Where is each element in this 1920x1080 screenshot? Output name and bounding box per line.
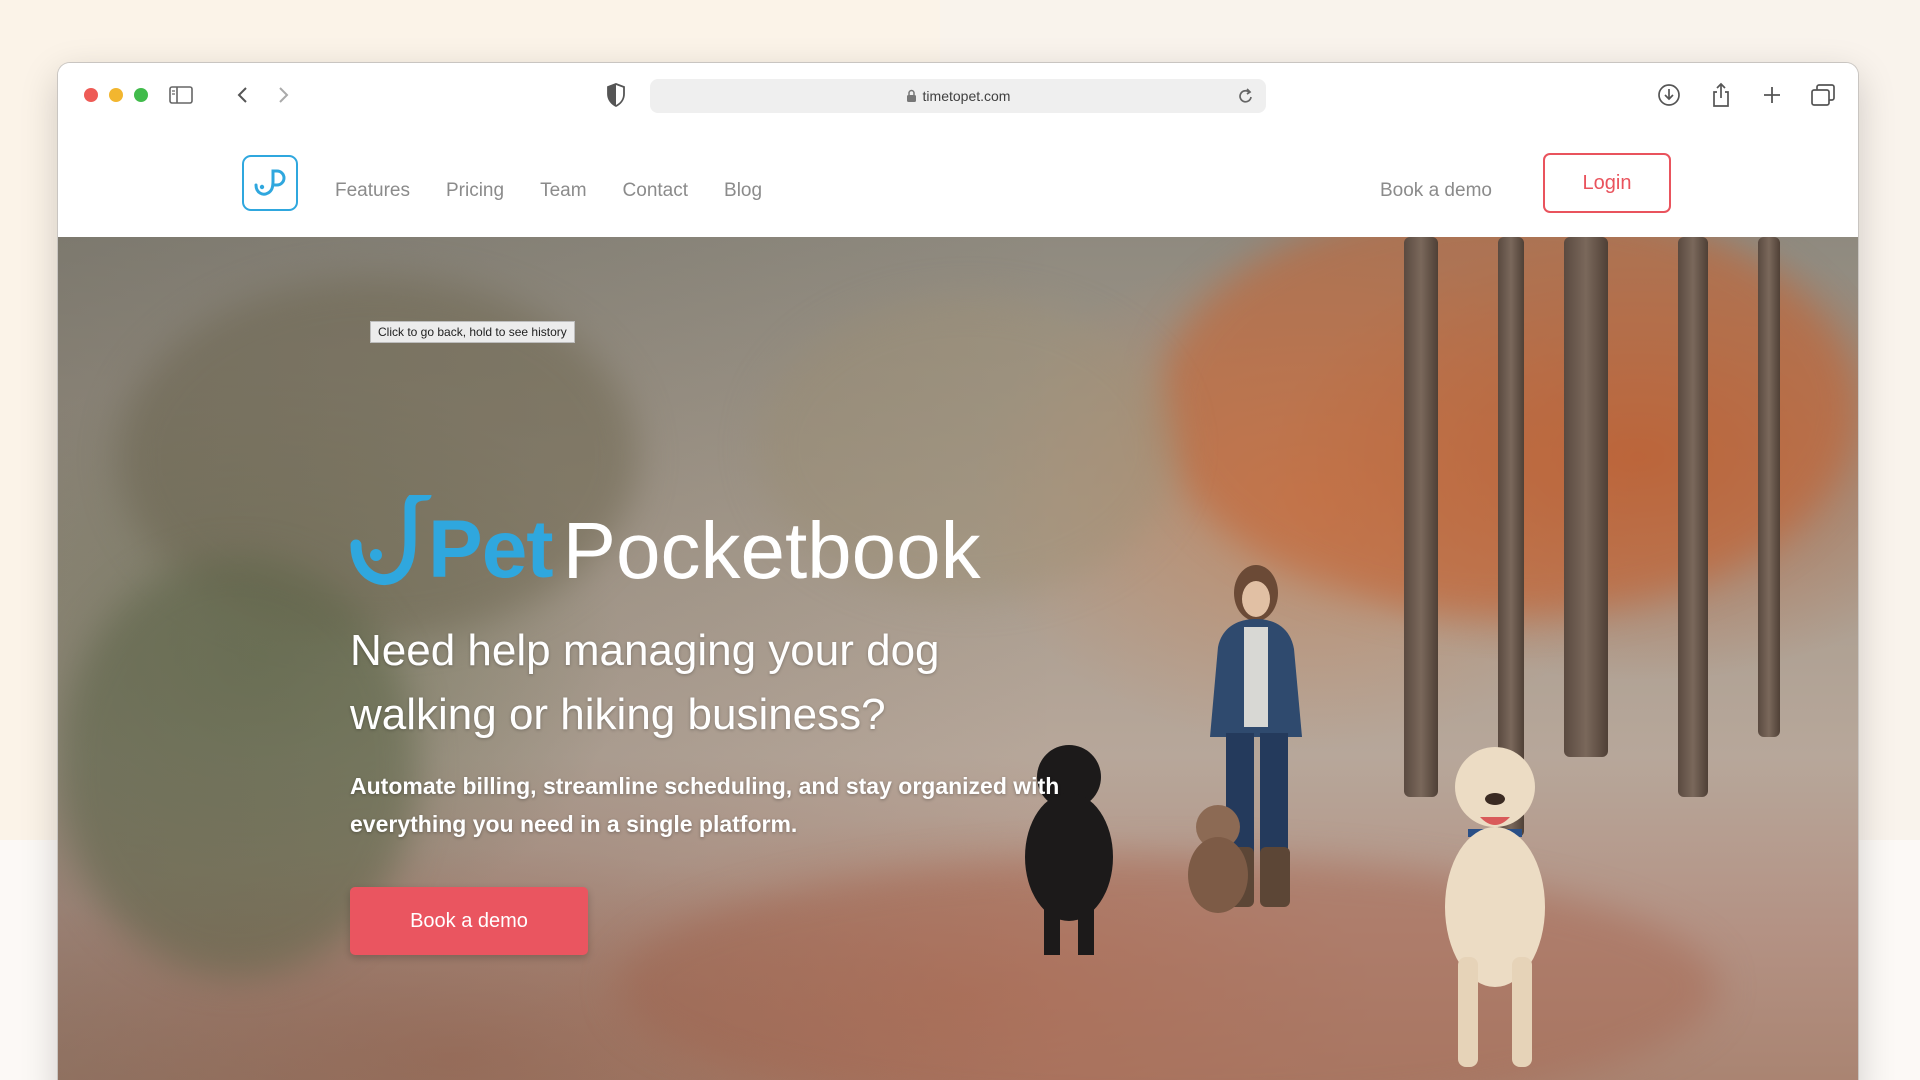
minimize-window-button[interactable]	[109, 88, 123, 102]
nav-features[interactable]: Features	[335, 180, 410, 202]
forward-arrow-icon[interactable]	[268, 81, 298, 109]
brown-dog	[1188, 805, 1248, 913]
nav-pricing[interactable]: Pricing	[446, 180, 504, 202]
back-button-tooltip: Click to go back, hold to see history	[370, 321, 575, 343]
main-nav: Features Pricing Team Contact Blog	[335, 180, 798, 202]
shield-icon[interactable]	[606, 83, 626, 112]
tab-overview-icon[interactable]	[1808, 81, 1838, 109]
zoom-window-button[interactable]	[134, 88, 148, 102]
tree-trunk	[1404, 237, 1438, 797]
nav-contact[interactable]: Contact	[623, 180, 688, 202]
new-tab-icon[interactable]	[1757, 81, 1787, 109]
tree-trunk	[1678, 237, 1708, 797]
hero-book-demo-button[interactable]: Book a demo	[350, 887, 588, 955]
url-text: timetopet.com	[922, 88, 1011, 104]
white-dog	[1445, 747, 1545, 1067]
pet-pocketbook-logo: Pet Pocketbook	[350, 481, 981, 591]
tree-trunk	[1564, 237, 1608, 757]
site-logo[interactable]	[242, 155, 298, 211]
brand-pocketbook: Pocketbook	[562, 506, 981, 595]
pet-logo-icon	[254, 169, 286, 196]
nav-team[interactable]: Team	[540, 180, 586, 202]
lock-icon	[906, 89, 917, 103]
sidebar-toggle-icon[interactable]	[166, 81, 196, 109]
browser-window: timetopet.com Features Pricing Team Cont…	[58, 63, 1858, 1080]
login-button[interactable]: Login	[1543, 153, 1671, 213]
nav-book-demo-link[interactable]: Book a demo	[1380, 180, 1492, 202]
address-bar[interactable]: timetopet.com	[650, 79, 1266, 113]
browser-toolbar: timetopet.com	[58, 63, 1858, 127]
close-window-button[interactable]	[84, 88, 98, 102]
share-icon[interactable]	[1706, 81, 1736, 109]
nav-blog[interactable]: Blog	[724, 180, 762, 202]
download-icon[interactable]	[1654, 81, 1684, 109]
pet-logo-mark-icon	[350, 495, 432, 586]
reload-icon[interactable]	[1238, 87, 1254, 108]
tree-trunk	[1758, 237, 1780, 737]
hero-subhead: Automate billing, streamline scheduling,…	[350, 773, 1060, 837]
back-arrow-icon[interactable]	[228, 81, 258, 109]
brand-pet: Pet	[428, 504, 554, 595]
hero-headline: Need help managing your dog walking or h…	[350, 626, 940, 739]
